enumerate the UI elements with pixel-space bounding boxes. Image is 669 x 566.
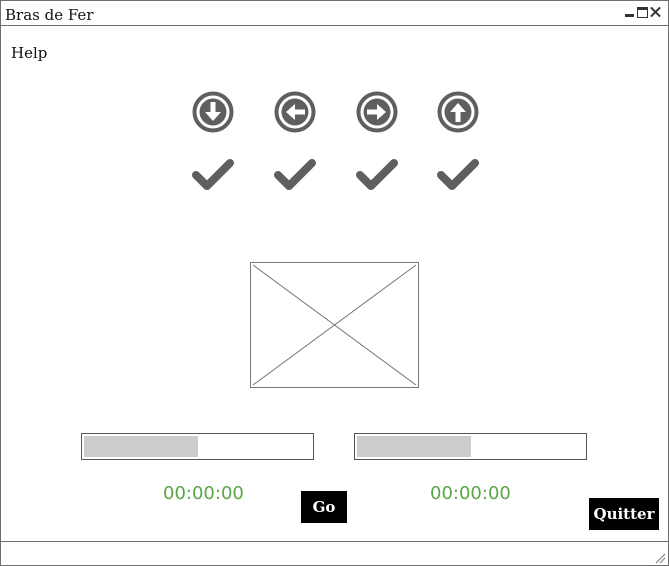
image-placeholder [250,262,419,388]
checkmark-icon [356,159,398,190]
title-bar[interactable]: Bras de Fer [1,1,668,26]
app-window: Bras de Fer Help 00:00:00 00:00:00 Go Qu… [0,0,669,566]
right-timer: 00:00:00 [430,483,511,504]
left-progress-fill [84,436,198,457]
checkmark-icon [192,159,234,190]
maximize-icon[interactable] [637,7,648,18]
arrow-right-circle-icon [356,91,398,133]
window-title: Bras de Fer [5,6,94,24]
arrow-down-circle-icon [192,91,234,133]
arrow-up-circle-icon [437,91,479,133]
checkmark-icon [437,159,479,190]
right-progress-fill [357,436,471,457]
right-progress-bar [354,433,587,460]
arrow-left-circle-icon [274,91,316,133]
left-timer: 00:00:00 [163,483,244,504]
go-button[interactable]: Go [301,491,347,523]
close-icon[interactable] [650,7,661,18]
left-progress-bar [81,433,314,460]
minimize-icon[interactable] [624,7,635,18]
status-bar [1,541,668,566]
checkmark-icon [274,159,316,190]
resize-grip-icon[interactable] [654,552,666,564]
help-menu[interactable]: Help [11,44,47,62]
quit-button[interactable]: Quitter [589,498,659,530]
